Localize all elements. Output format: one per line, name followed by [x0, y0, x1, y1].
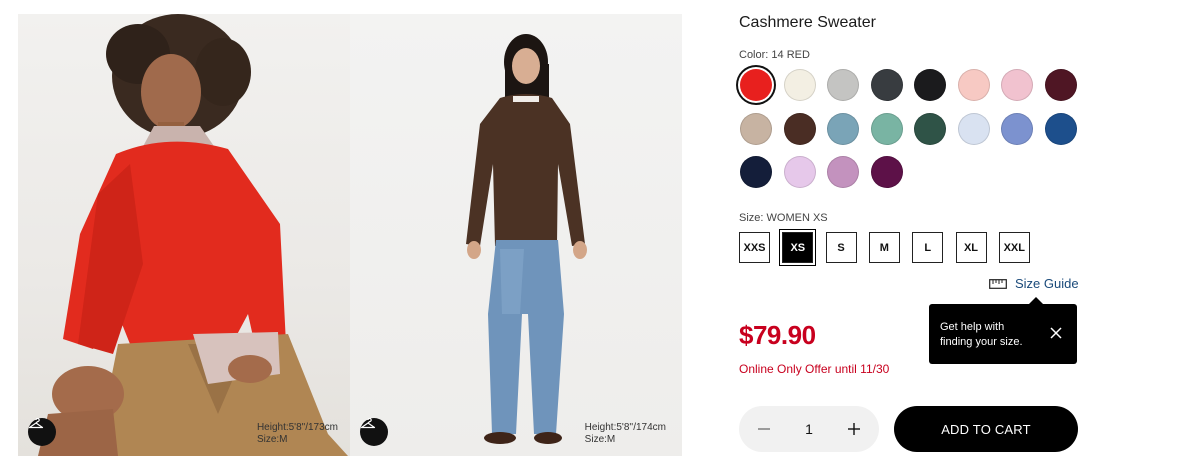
hanger-icon — [360, 418, 376, 429]
model-size: Size:M — [584, 434, 616, 445]
color-swatch-blue-gray[interactable] — [827, 112, 859, 145]
product-title: Cashmere Sweater — [739, 14, 876, 31]
model-illustration-1 — [38, 14, 348, 456]
size-guide-link[interactable]: Size Guide — [989, 276, 1079, 291]
product-photo-1[interactable]: Height:5'8"/173cm Size:M — [18, 14, 350, 456]
color-swatch-light-gray[interactable] — [827, 69, 859, 101]
color-swatch-red[interactable] — [740, 69, 772, 101]
color-swatch-periwinkle[interactable] — [1001, 112, 1033, 145]
minus-icon — [758, 428, 770, 430]
color-label: Color: 14 RED — [739, 49, 810, 61]
size-option-l[interactable]: L — [912, 232, 944, 263]
decrease-quantity-button[interactable] — [755, 420, 773, 438]
color-swatch-light-pink[interactable] — [957, 69, 990, 101]
size-option-xxs[interactable]: XXS — [739, 232, 770, 263]
color-swatch-dark-green[interactable] — [914, 112, 946, 145]
color-swatch-mint[interactable] — [870, 112, 903, 145]
plus-icon — [847, 423, 860, 435]
color-swatch-pink[interactable] — [1001, 69, 1033, 101]
product-photo-2[interactable]: Height:5'8''/174cm Size:M — [350, 14, 682, 456]
product-price: $79.90 — [739, 320, 816, 350]
color-swatch-wine[interactable] — [1044, 69, 1077, 101]
size-option-s[interactable]: S — [825, 232, 857, 263]
size-option-xxl[interactable]: XXL — [998, 232, 1030, 263]
product-details-panel: Cashmere Sweater Color: 14 RED Size: WOM… — [739, 0, 1179, 460]
color-swatch-purple[interactable] — [870, 156, 903, 188]
color-swatch-navy[interactable] — [740, 156, 772, 188]
size-help-tooltip: Get help with finding your size. — [929, 297, 1077, 364]
model-info-1: Height:5'8"/173cm Size:M — [257, 422, 338, 446]
add-to-cart-button[interactable]: ADD TO CART — [894, 406, 1078, 452]
size-option-xl[interactable]: XL — [955, 232, 987, 263]
product-gallery: Height:5'8"/173cm Size:M Height:5'8''/17… — [18, 14, 682, 456]
add-to-cart-label: ADD TO CART — [941, 421, 1031, 437]
size-option-xs[interactable]: XS — [782, 232, 814, 263]
quantity-value[interactable]: 1 — [805, 421, 813, 437]
model-height: Height:5'8"/173cm — [256, 422, 338, 433]
color-swatch-mauve[interactable] — [827, 156, 859, 188]
color-swatch-lavender[interactable] — [783, 156, 816, 188]
model-info-2: Height:5'8''/174cm Size:M — [585, 422, 666, 446]
color-swatch-dark-brown[interactable] — [783, 112, 816, 145]
ruler-icon — [989, 278, 1007, 289]
try-on-hanger-button-2[interactable] — [360, 418, 388, 446]
color-swatch-pale-blue[interactable] — [957, 112, 990, 145]
model-illustration-2 — [466, 34, 587, 444]
color-swatch-beige[interactable] — [740, 112, 772, 145]
increase-quantity-button[interactable] — [845, 420, 863, 438]
promo-offer-text: Online Only Offer until 11/30 — [739, 362, 890, 376]
color-swatch-blue[interactable] — [1044, 112, 1077, 145]
size-label: Size: WOMEN XS — [739, 212, 828, 224]
color-swatch-dark-gray[interactable] — [870, 69, 903, 101]
try-on-hanger-button-1[interactable] — [28, 418, 56, 446]
color-swatch-off-white[interactable] — [783, 69, 816, 101]
size-option-m[interactable]: M — [868, 232, 900, 263]
quantity-stepper: 1 — [739, 406, 879, 452]
hanger-icon — [28, 418, 44, 429]
model-height: Height:5'8''/174cm — [584, 422, 666, 433]
model-size: Size:M — [256, 434, 288, 445]
size-guide-label[interactable]: Size Guide — [1015, 276, 1079, 291]
close-icon[interactable] — [1049, 326, 1063, 340]
color-swatch-black[interactable] — [914, 69, 946, 101]
